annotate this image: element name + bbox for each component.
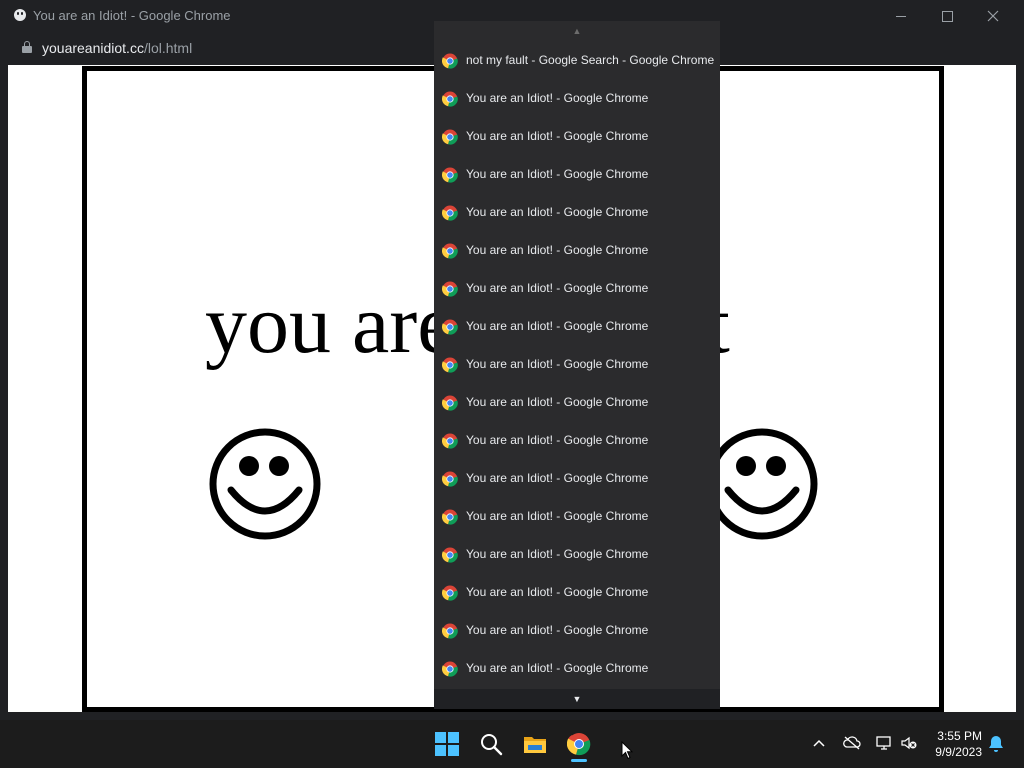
- window-bottom-edge: [8, 712, 1016, 720]
- tab-list: not my fault - Google Search - Google Ch…: [434, 42, 720, 688]
- chrome-favicon-icon: [441, 471, 458, 487]
- chrome-favicon-icon: [441, 319, 458, 335]
- network-icon[interactable]: [875, 735, 893, 751]
- start-icon[interactable]: [435, 732, 459, 756]
- chrome-favicon-icon: [441, 281, 458, 297]
- tab-search-item-label: You are an Idiot! - Google Chrome: [466, 547, 649, 561]
- tab-search-item-label: You are an Idiot! - Google Chrome: [466, 509, 649, 523]
- tab-search-item-label: You are an Idiot! - Google Chrome: [466, 129, 649, 143]
- cloud-offline-icon[interactable]: [843, 735, 861, 751]
- maximize-button[interactable]: [924, 0, 970, 31]
- scroll-up-button[interactable]: ▲: [434, 21, 720, 41]
- tab-search-item[interactable]: You are an Idiot! - Google Chrome: [434, 308, 720, 346]
- tab-search-dropdown[interactable]: ▲ not my fault - Google Search - Google …: [434, 21, 720, 709]
- minimize-button[interactable]: [878, 0, 924, 31]
- chrome-favicon-icon: [441, 167, 458, 183]
- tab-search-item-label: You are an Idiot! - Google Chrome: [466, 433, 649, 447]
- taskbar: [0, 720, 1024, 768]
- tab-search-item[interactable]: You are an Idiot! - Google Chrome: [434, 460, 720, 498]
- tab-search-item[interactable]: You are an Idiot! - Google Chrome: [434, 612, 720, 650]
- tab-search-item-label: You are an Idiot! - Google Chrome: [466, 167, 649, 181]
- tab-search-item[interactable]: You are an Idiot! - Google Chrome: [434, 574, 720, 612]
- chrome-favicon-icon: [441, 661, 458, 677]
- tab-search-item-label: You are an Idiot! - Google Chrome: [466, 395, 649, 409]
- tab-search-item[interactable]: You are an Idiot! - Google Chrome: [434, 156, 720, 194]
- tab-search-item[interactable]: You are an Idiot! - Google Chrome: [434, 536, 720, 574]
- chrome-favicon-icon: [441, 205, 458, 221]
- smiley-face-icon: [706, 428, 818, 540]
- tab-search-item[interactable]: You are an Idiot! - Google Chrome: [434, 346, 720, 384]
- chrome-favicon-icon: [441, 91, 458, 107]
- tab-search-item-label: You are an Idiot! - Google Chrome: [466, 243, 649, 257]
- tab-search-item-label: You are an Idiot! - Google Chrome: [466, 319, 649, 333]
- window-title: You are an Idiot! - Google Chrome: [33, 8, 231, 23]
- tab-search-item-label: You are an Idiot! - Google Chrome: [466, 623, 649, 637]
- tab-search-item[interactable]: You are an Idiot! - Google Chrome: [434, 118, 720, 156]
- smiley-favicon-icon: [14, 9, 26, 21]
- notification-bell-icon[interactable]: [988, 735, 1004, 753]
- smiley-face-icon: [209, 428, 321, 540]
- tab-search-item[interactable]: You are an Idiot! - Google Chrome: [434, 270, 720, 308]
- tab-search-item[interactable]: You are an Idiot! - Google Chrome: [434, 650, 720, 688]
- tab-search-item-label: You are an Idiot! - Google Chrome: [466, 91, 649, 105]
- clock-time: 3:55 PM: [937, 729, 982, 743]
- chrome-favicon-icon: [441, 129, 458, 145]
- scroll-down-button[interactable]: ▼: [434, 689, 720, 709]
- chrome-favicon-icon: [441, 357, 458, 373]
- volume-muted-icon[interactable]: [900, 735, 918, 751]
- chrome-favicon-icon: [441, 509, 458, 525]
- tab-search-item-label: not my fault - Google Search - Google Ch…: [466, 53, 715, 67]
- chrome-favicon-icon: [441, 585, 458, 601]
- tab-search-item-label: You are an Idiot! - Google Chrome: [466, 281, 649, 295]
- url-field[interactable]: youareanidiot.cc/lol.html: [42, 40, 192, 56]
- active-app-indicator: [571, 759, 587, 762]
- chrome-icon[interactable]: [567, 732, 591, 756]
- chrome-favicon-icon: [441, 395, 458, 411]
- tab-search-item-label: You are an Idiot! - Google Chrome: [466, 471, 649, 485]
- close-button[interactable]: [970, 0, 1016, 31]
- tab-search-item-label: You are an Idiot! - Google Chrome: [466, 661, 649, 675]
- file-explorer-icon[interactable]: [523, 732, 547, 756]
- chrome-favicon-icon: [441, 623, 458, 639]
- tab-search-item[interactable]: You are an Idiot! - Google Chrome: [434, 422, 720, 460]
- tab-search-item[interactable]: You are an Idiot! - Google Chrome: [434, 194, 720, 232]
- url-path: /lol.html: [143, 40, 193, 56]
- tab-search-item-label: You are an Idiot! - Google Chrome: [466, 205, 649, 219]
- tab-search-item[interactable]: You are an Idiot! - Google Chrome: [434, 384, 720, 422]
- chevron-up-icon[interactable]: [812, 737, 826, 751]
- tab-search-item[interactable]: You are an Idiot! - Google Chrome: [434, 232, 720, 270]
- search-icon[interactable]: [479, 732, 503, 756]
- tab-search-item-label: You are an Idiot! - Google Chrome: [466, 585, 649, 599]
- url-host: youareanidiot.cc: [42, 40, 144, 56]
- tab-search-item[interactable]: You are an Idiot! - Google Chrome: [434, 498, 720, 536]
- chrome-favicon-icon: [441, 547, 458, 563]
- tab-search-item-label: You are an Idiot! - Google Chrome: [466, 357, 649, 371]
- mouse-cursor-icon: [621, 741, 633, 760]
- chrome-favicon-icon: [441, 243, 458, 259]
- minimize-icon: [896, 15, 906, 17]
- close-icon: [987, 10, 999, 22]
- tab-search-item[interactable]: not my fault - Google Search - Google Ch…: [434, 42, 720, 80]
- chrome-favicon-icon: [441, 433, 458, 449]
- chrome-favicon-icon: [441, 53, 458, 69]
- maximize-icon: [941, 10, 953, 22]
- tab-search-item[interactable]: You are an Idiot! - Google Chrome: [434, 80, 720, 118]
- clock-date: 9/9/2023: [935, 745, 982, 759]
- lock-icon[interactable]: [22, 41, 32, 53]
- system-clock[interactable]: 3:55 PM 9/9/2023: [926, 728, 982, 760]
